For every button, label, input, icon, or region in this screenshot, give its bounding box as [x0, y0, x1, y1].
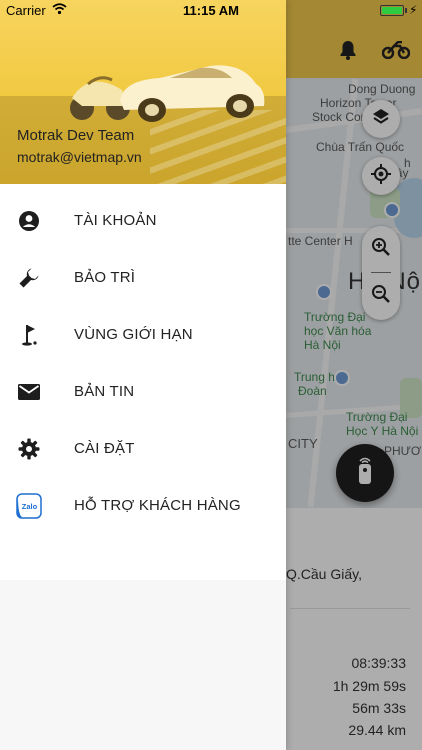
zalo-icon-text: Zalo: [22, 502, 38, 511]
account-icon: [16, 208, 42, 234]
wrench-icon: [16, 265, 42, 291]
drawer-footer-area: [0, 580, 286, 750]
user-name: Motrak Dev Team: [17, 127, 135, 144]
menu-item-settings[interactable]: CÀI ĐẶT: [0, 420, 286, 477]
status-time: 11:15 AM: [183, 3, 239, 18]
menu-item-news[interactable]: BẢN TIN: [0, 363, 286, 420]
menu-item-customer-support[interactable]: Zalo HỖ TRỢ KHÁCH HÀNG: [0, 477, 286, 534]
menu-label: VÙNG GIỚI HẠN: [74, 326, 193, 343]
golf-flag-icon: [16, 322, 42, 348]
menu-label: BẢO TRÌ: [74, 269, 136, 286]
menu-label: HỖ TRỢ KHÁCH HÀNG: [74, 497, 241, 514]
user-email: motrak@vietmap.vn: [17, 149, 142, 165]
battery-icon: [380, 5, 404, 16]
navigation-drawer: Motrak Dev Team motrak@vietmap.vn TÀI KH…: [0, 0, 286, 750]
menu-item-maintenance[interactable]: BẢO TRÌ: [0, 249, 286, 306]
menu-label: TÀI KHOẢN: [74, 212, 157, 229]
charging-bolt-icon: ⚡: [409, 3, 418, 17]
menu-label: CÀI ĐẶT: [74, 440, 135, 457]
drawer-header: Motrak Dev Team motrak@vietmap.vn: [0, 0, 286, 184]
battery-level: [382, 7, 402, 14]
gear-icon: [16, 436, 42, 462]
zalo-icon: Zalo: [16, 493, 42, 519]
mail-icon: [16, 379, 42, 405]
menu-label: BẢN TIN: [74, 383, 135, 400]
menu-item-account[interactable]: TÀI KHOẢN: [0, 192, 286, 249]
drawer-menu: TÀI KHOẢN BẢO TRÌ VÙNG GIỚI HẠN BẢN TIN …: [0, 192, 286, 534]
menu-item-geofence[interactable]: VÙNG GIỚI HẠN: [0, 306, 286, 363]
battery-tip: [405, 8, 407, 13]
header-vehicle-image: [70, 65, 265, 122]
status-bar: Carrier 11:15 AM ⚡: [0, 0, 422, 22]
